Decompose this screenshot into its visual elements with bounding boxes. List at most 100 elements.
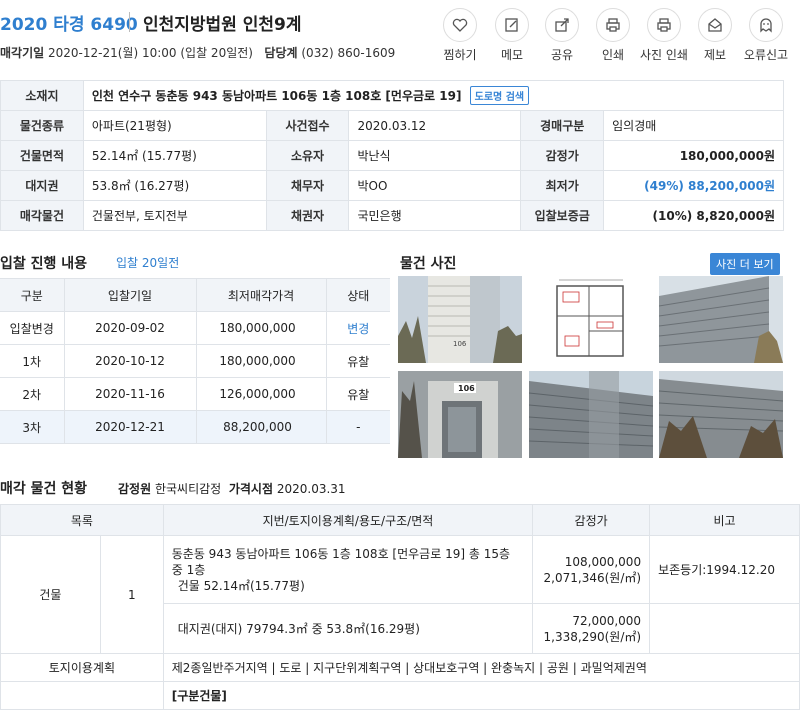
location-cell: 인천 연수구 동춘동 943 동남아파트 106동 1층 108호 [먼우금로 … xyxy=(82,80,785,111)
bid-days-remaining: 입찰 20일전 xyxy=(116,256,180,270)
bid-header-price: 최저매각가격 xyxy=(196,278,327,312)
favorite-button[interactable]: 찜하기 xyxy=(430,8,490,63)
received-value: 2020.03.12 xyxy=(348,110,522,141)
bid-price: 180,000,000 xyxy=(196,344,327,378)
sale-section-title: 매각 물건 현황 xyxy=(0,481,88,497)
appraiser-value: 한국씨티감정 xyxy=(154,482,222,496)
heart-icon xyxy=(443,8,477,42)
landuse-value: 제2종일반주거지역 | 도로 | 지구단위계획구역 | 상대보호구역 | 완충녹… xyxy=(162,653,800,682)
building-unit-price: 2,071,346(원/㎡) xyxy=(543,570,642,585)
bid-section-title: 입찰 진행 내용 xyxy=(0,256,88,272)
min-price-value: (49%) 88,200,000원 xyxy=(603,170,784,201)
min-price-label: 최저가 xyxy=(520,170,605,201)
price-date-value: 2020.03.31 xyxy=(276,482,346,496)
error-report-button[interactable]: 오류신고 xyxy=(736,8,796,63)
land-price: 72,000,000 xyxy=(572,613,642,628)
floor-plan-photo[interactable] xyxy=(529,276,653,363)
phone-number: (032) 860-1609 xyxy=(301,46,396,60)
building-item-no: 1 xyxy=(99,535,164,654)
creditor-value: 국민은행 xyxy=(348,200,522,231)
bid-date: 2020-10-12 xyxy=(64,344,197,378)
land-appraisal: 72,000,000 1,338,290(원/㎡) xyxy=(532,603,651,654)
bid-price: 180,000,000 xyxy=(196,311,327,345)
building-price: 108,000,000 xyxy=(564,554,642,569)
sale-date-label: 매각기일 xyxy=(0,46,45,60)
sale-date-line: 매각기일 2020-12-21(월) 10:00 (입찰 20일전) 담당계 (… xyxy=(0,44,395,61)
bid-round: 1차 xyxy=(0,344,65,378)
appraisal-meta: 감정원 한국씨티감정 가격시점 2020.03.31 xyxy=(118,480,346,497)
table-row: 1차 2020-10-12 180,000,000 유찰 xyxy=(0,344,390,378)
creditor-label: 채권자 xyxy=(265,200,350,231)
sale-status-table: 목록 지번/토지이용계획/용도/구조/면적 감정가 비고 건물 1 동춘동 94… xyxy=(0,504,800,710)
phone-label: 담당계 xyxy=(264,46,298,60)
area-value: 52.14㎡ (15.77평) xyxy=(82,140,267,171)
land-value: 53.8㎡ (16.27평) xyxy=(82,170,267,201)
empty-cell xyxy=(0,681,164,710)
property-photo[interactable]: 106 xyxy=(398,371,522,458)
report-icon xyxy=(698,8,732,42)
building-appraisal: 108,000,000 2,071,346(원/㎡) xyxy=(532,535,651,604)
case-number: 2020 타경 6490 xyxy=(0,15,138,35)
landuse-label: 토지이용계획 xyxy=(0,653,164,682)
sale-header-list: 목록 xyxy=(0,504,164,536)
property-photo[interactable]: 106 xyxy=(398,276,522,363)
bid-date: 2020-12-21 xyxy=(64,410,197,444)
deposit-value: (10%) 8,820,000원 xyxy=(603,200,784,231)
land-right-detail: 대지권(대지) 79794.3㎡ 중 53.8㎡(16.29평) xyxy=(162,603,534,654)
bid-date: 2020-11-16 xyxy=(64,377,197,411)
bid-status-link[interactable]: 변경 xyxy=(326,311,390,345)
bid-header-status: 상태 xyxy=(326,278,390,312)
property-photo[interactable] xyxy=(659,276,783,363)
table-row: 2차 2020-11-16 126,000,000 유찰 xyxy=(0,377,390,411)
table-row: 입찰변경 2020-09-02 180,000,000 변경 xyxy=(0,311,390,345)
auction-type-label: 경매구분 xyxy=(520,110,605,141)
building-label: 건물 xyxy=(0,535,101,654)
table-row: 3차 2020-12-21 88,200,000 - xyxy=(0,410,390,444)
auction-type-value: 임의경매 xyxy=(603,110,784,141)
bid-price: 88,200,000 xyxy=(196,410,327,444)
more-photos-button[interactable]: 사진 더 보기 xyxy=(710,253,780,275)
building-address: 동춘동 943 동남아파트 106동 1층 108호 [먼우금로 19] 총 1… xyxy=(171,546,511,577)
bid-round: 2차 xyxy=(0,377,65,411)
bid-progress-table: 구분 입찰기일 최저매각가격 상태 입찰변경 2020-09-02 180,00… xyxy=(0,278,390,444)
bid-date: 2020-09-02 xyxy=(64,311,197,345)
property-photo[interactable] xyxy=(659,371,783,458)
sale-date: 2020-12-21(월) 10:00 (입찰 20일전) xyxy=(48,46,253,60)
area-label: 건물면적 xyxy=(0,140,84,171)
print-icon xyxy=(596,8,630,42)
bid-header-type: 구분 xyxy=(0,278,65,312)
debtor-label: 채무자 xyxy=(265,170,350,201)
sale-items-label: 매각물건 xyxy=(0,200,84,231)
building-detail: 동춘동 943 동남아파트 106동 1층 108호 [먼우금로 19] 총 1… xyxy=(162,535,534,604)
bid-status: 유찰 xyxy=(326,344,390,378)
location-value: 인천 연수구 동춘동 943 동남아파트 106동 1층 108호 [먼우금로 … xyxy=(91,89,462,103)
building-area: 건물 52.14㎡(15.77평) xyxy=(177,578,305,593)
sale-items-value: 건물전부, 토지전부 xyxy=(82,200,267,231)
owner-value: 박난식 xyxy=(348,140,522,171)
land-note xyxy=(649,603,800,654)
land-label: 대지권 xyxy=(0,170,84,201)
building-note: 보존등기:1994.12.20 xyxy=(649,535,800,604)
road-search-button[interactable]: 도로명 검색 xyxy=(469,86,530,105)
property-info-table: 소재지 인천 연수구 동춘동 943 동남아파트 106동 1층 108호 [먼… xyxy=(0,80,785,231)
received-label: 사건접수 xyxy=(265,110,350,141)
photo-print-icon xyxy=(647,8,681,42)
entrance-number: 106 xyxy=(458,384,475,393)
appraisal-value: 180,000,000원 xyxy=(603,140,784,171)
share-icon xyxy=(545,8,579,42)
owner-label: 소유자 xyxy=(265,140,350,171)
court-name: 인천지방법원 인천9계 xyxy=(143,15,302,35)
appraisal-label: 감정가 xyxy=(520,140,605,171)
sale-header-note: 비고 xyxy=(649,504,800,536)
bid-round: 입찰변경 xyxy=(0,311,65,345)
type-label: 물건종류 xyxy=(0,110,84,141)
debtor-value: 박OO xyxy=(348,170,522,201)
error-report-icon xyxy=(749,8,783,42)
deposit-label: 입찰보증금 xyxy=(520,200,605,231)
type-value: 아파트(21평형) xyxy=(82,110,267,141)
next-section-label: [구분건물] xyxy=(162,681,800,710)
location-label: 소재지 xyxy=(0,80,84,111)
sale-header-detail: 지번/토지이용계획/용도/구조/면적 xyxy=(162,504,534,536)
bid-status: 유찰 xyxy=(326,377,390,411)
property-photo[interactable] xyxy=(529,371,653,458)
